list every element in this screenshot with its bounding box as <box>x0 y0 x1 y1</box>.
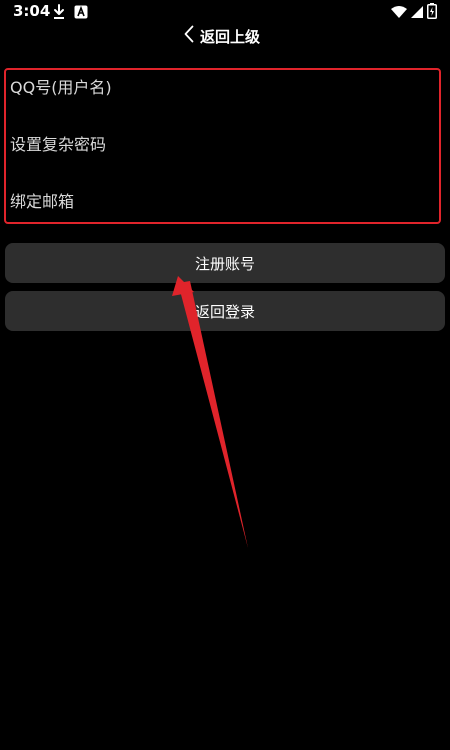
status-bar: 3:04 <box>0 0 450 24</box>
app-a-icon <box>74 4 88 23</box>
header: 返回上级 <box>0 22 450 50</box>
wifi-icon <box>390 4 408 23</box>
chevron-left-icon <box>184 25 194 47</box>
registration-form <box>4 68 441 224</box>
back-label: 返回上级 <box>200 27 261 46</box>
username-input[interactable] <box>10 70 430 104</box>
status-time: 3:04 <box>13 2 51 20</box>
download-icon <box>52 4 66 24</box>
password-input[interactable] <box>10 127 430 161</box>
register-button[interactable]: 注册账号 <box>5 243 445 283</box>
back-to-login-button[interactable]: 返回登录 <box>5 291 445 331</box>
signal-icon <box>410 4 424 23</box>
email-input[interactable] <box>10 184 430 218</box>
battery-icon <box>427 3 437 23</box>
back-link[interactable]: 返回上级 <box>184 24 260 48</box>
